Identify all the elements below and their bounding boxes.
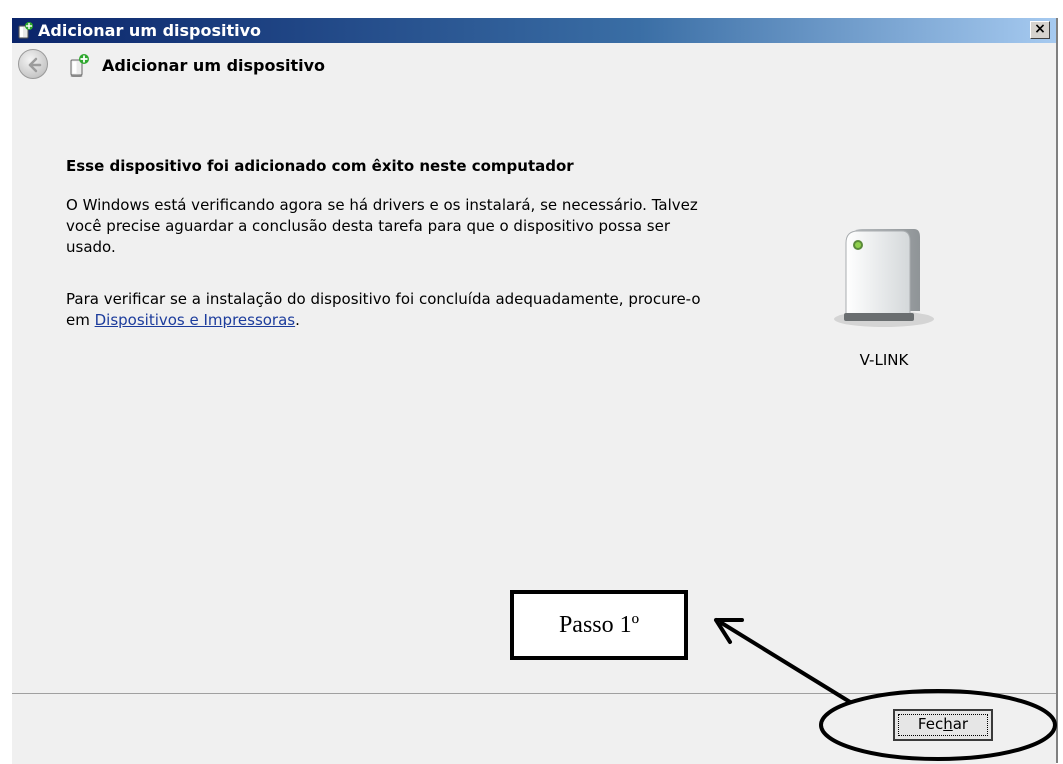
device-add-icon [70, 54, 89, 77]
devices-and-printers-link[interactable]: Dispositivos e Impressoras [95, 311, 296, 329]
window-title: Adicionar um dispositivo [38, 21, 262, 40]
external-storage-device-icon [834, 229, 934, 327]
close-button[interactable]: Fechar [893, 709, 993, 741]
verify-text-suffix: . [295, 311, 300, 329]
device-add-icon [18, 22, 33, 39]
page-title: Adicionar um dispositivo [102, 56, 326, 75]
close-button-label: Fechar [917, 715, 969, 733]
success-heading: Esse dispositivo foi adicionado com êxit… [66, 157, 574, 175]
device-name-label: V-LINK [859, 351, 909, 369]
title-bar[interactable]: Adicionar um dispositivo × [12, 18, 1056, 43]
driver-info-text: O Windows está verificando agora se há d… [66, 196, 698, 256]
back-arrow-icon [28, 57, 42, 73]
step-annotation-box: Passo 1º [510, 590, 688, 660]
close-icon[interactable]: × [1030, 21, 1050, 39]
verify-info-text: Para verificar se a instalação do dispos… [66, 289, 706, 331]
back-button[interactable] [18, 49, 48, 79]
nav-bar: Adicionar um dispositivo [12, 43, 1056, 120]
